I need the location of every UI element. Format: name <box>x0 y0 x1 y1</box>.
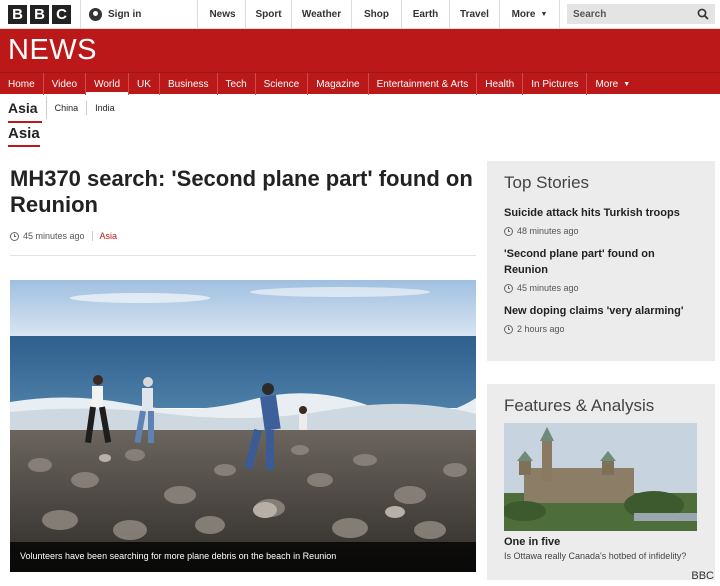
subnav-item-china[interactable]: China <box>47 100 88 115</box>
top-nav-shop[interactable]: Shop <box>352 0 402 29</box>
top-nav-weather[interactable]: Weather <box>292 0 352 29</box>
subnav-item-india[interactable]: India <box>87 101 123 115</box>
bbc-logo[interactable]: B B C <box>8 5 71 24</box>
photo-caption: Volunteers have been searching for more … <box>10 542 476 572</box>
top-story-item[interactable]: Suicide attack hits Turkish troops 48 mi… <box>487 205 715 236</box>
clock-icon <box>10 231 19 241</box>
feature-summary[interactable]: Is Ottawa really Canada's hotbed of infi… <box>504 550 694 562</box>
image-credit: BBC <box>691 570 714 582</box>
nav-item-more[interactable]: More ▼ <box>587 73 638 95</box>
section-label[interactable]: Asia <box>8 125 40 147</box>
logo-letter: C <box>52 5 71 24</box>
meta-divider <box>91 231 93 241</box>
sub-nav: Asia China India <box>0 94 720 123</box>
top-story-time-label: 2 hours ago <box>517 324 565 334</box>
nav-item-home[interactable]: Home <box>0 73 44 95</box>
nav-item-uk[interactable]: UK <box>129 73 160 95</box>
sign-in-label: Sign in <box>108 9 142 20</box>
article-headline: MH370 search: 'Second plane part' found … <box>10 166 473 217</box>
top-stories-panel: Top Stories Suicide attack hits Turkish … <box>487 161 715 361</box>
nav-item-video[interactable]: Video <box>44 73 87 95</box>
sign-in-button[interactable]: Sign in <box>80 0 198 29</box>
top-nav: News Sport Weather Shop Earth Travel Mor… <box>200 0 560 29</box>
top-nav-travel[interactable]: Travel <box>450 0 500 29</box>
clock-icon <box>504 324 513 334</box>
search-placeholder: Search <box>573 8 607 20</box>
search-input[interactable]: Search <box>567 4 715 24</box>
clock-icon <box>504 226 513 236</box>
top-story-title[interactable]: New doping claims 'very alarming' <box>504 303 698 319</box>
top-story-title[interactable]: 'Second plane part' found on Reunion <box>504 246 698 278</box>
nav-item-in-pictures[interactable]: In Pictures <box>523 73 588 95</box>
chevron-down-icon: ▼ <box>540 11 548 18</box>
feature-image[interactable] <box>504 423 697 531</box>
feature-title[interactable]: One in five <box>504 536 560 548</box>
features-panel: Features & Analysis One in five Is Ottaw… <box>487 384 715 580</box>
features-heading: Features & Analysis <box>504 396 655 415</box>
article-meta: 45 minutes ago Asia <box>10 231 117 241</box>
top-story-item[interactable]: 'Second plane part' found on Reunion 45 … <box>487 246 715 293</box>
beach-photo-image <box>10 280 476 572</box>
nav-item-science[interactable]: Science <box>256 73 309 95</box>
top-story-time: 45 minutes ago <box>504 283 698 293</box>
nav-item-health[interactable]: Health <box>477 73 524 95</box>
divider <box>10 255 476 256</box>
subnav-item-asia[interactable]: Asia <box>8 96 47 123</box>
nav-item-business[interactable]: Business <box>160 73 218 95</box>
top-nav-more[interactable]: More ▼ <box>500 0 560 29</box>
top-story-time-label: 45 minutes ago <box>517 283 579 293</box>
search-icon <box>697 8 709 20</box>
nav-item-entertainment[interactable]: Entertainment & Arts <box>369 73 478 95</box>
top-nav-news[interactable]: News <box>200 0 246 29</box>
top-story-time-label: 48 minutes ago <box>517 226 579 236</box>
top-stories-heading: Top Stories <box>504 173 590 192</box>
main-nav: Home Video World UK Business Tech Scienc… <box>0 72 720 95</box>
global-header: B B C Sign in News Sport Weather Shop Ea… <box>0 0 720 29</box>
chevron-down-icon: ▼ <box>623 80 631 88</box>
news-wordmark[interactable]: NEWS <box>8 34 97 67</box>
top-nav-sport[interactable]: Sport <box>246 0 292 29</box>
top-story-time: 2 hours ago <box>504 324 698 334</box>
nav-more-label: More <box>595 78 619 90</box>
top-nav-more-label: More <box>511 9 536 20</box>
nav-item-magazine[interactable]: Magazine <box>308 73 369 95</box>
clock-icon <box>504 283 513 293</box>
article-section-tag[interactable]: Asia <box>100 231 118 241</box>
top-story-title[interactable]: Suicide attack hits Turkish troops <box>504 205 698 221</box>
top-story-time: 48 minutes ago <box>504 226 698 236</box>
logo-letter: B <box>8 5 27 24</box>
top-story-item[interactable]: New doping claims 'very alarming' 2 hour… <box>487 303 715 334</box>
article-timestamp: 45 minutes ago <box>23 231 85 241</box>
news-banner: NEWS <box>0 29 720 72</box>
logo-letter: B <box>30 5 49 24</box>
nav-item-world[interactable]: World <box>86 73 130 95</box>
top-nav-earth[interactable]: Earth <box>402 0 450 29</box>
user-icon <box>89 8 102 21</box>
article-photo: Volunteers have been searching for more … <box>10 280 476 572</box>
nav-item-tech[interactable]: Tech <box>218 73 256 95</box>
parliament-image <box>504 423 697 531</box>
